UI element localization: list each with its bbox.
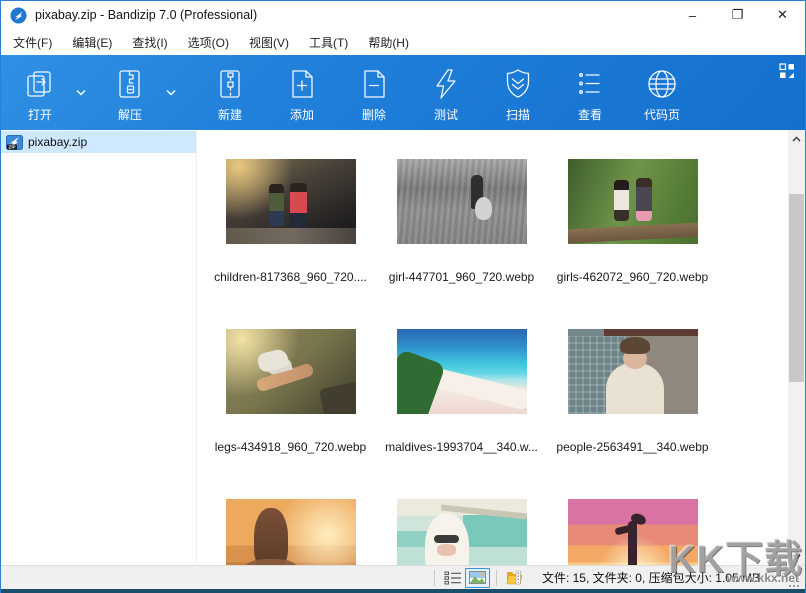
menu-help[interactable]: 帮助(H): [358, 30, 419, 55]
toolbar-layout-icon[interactable]: [779, 63, 795, 79]
toolbar-label: 删除: [362, 106, 386, 123]
thumbnail-legs-photo[interactable]: [226, 329, 356, 414]
menu-find[interactable]: 查找(I): [122, 30, 177, 55]
svg-text:ZIP: ZIP: [8, 144, 15, 149]
scrollbar-thumb[interactable]: [789, 194, 804, 382]
thumbnail-silhouette-photo[interactable]: [568, 499, 698, 565]
file-cell: children-817368_960_720....: [205, 144, 376, 314]
scroll-down-arrow-icon[interactable]: [788, 548, 805, 565]
thumbnail-maldives-photo[interactable]: [397, 329, 527, 414]
add-files-icon: [284, 66, 320, 102]
content-area: ZIP pixabay.zip children-817368_960_720.…: [1, 130, 805, 565]
details-view-button[interactable]: [441, 568, 465, 588]
statusbar-separator: [434, 570, 435, 586]
file-cell: people-2563491__340.webp: [547, 314, 718, 484]
scroll-up-arrow-icon[interactable]: [788, 130, 805, 147]
chevron-down-icon: [76, 89, 86, 96]
details-view-icon: [444, 571, 462, 585]
malware-scan-icon: [500, 66, 536, 102]
toolbar-label: 扫描: [506, 106, 530, 123]
open-folder-zip-icon: [506, 570, 523, 585]
menu-edit[interactable]: 编辑(E): [62, 30, 122, 55]
thumbnail-view-icon: [469, 571, 486, 584]
file-name[interactable]: people-2563491__340.webp: [556, 440, 708, 454]
resize-grip[interactable]: [786, 574, 799, 587]
view-list-icon: [572, 66, 608, 102]
thumbnail-view-button[interactable]: [465, 568, 490, 588]
open-archive-folder-button[interactable]: [503, 568, 526, 588]
file-cell: [376, 484, 547, 565]
open-archive-icon: [22, 66, 58, 102]
status-summary: 文件: 15, 文件夹: 0, 压缩包大小: 1.05 MB: [542, 569, 760, 586]
delete-files-button[interactable]: 删除: [343, 60, 405, 126]
thumbnail-girls-photo[interactable]: [568, 159, 698, 244]
file-cell: girls-462072_960_720.webp: [547, 144, 718, 314]
menu-options[interactable]: 选项(O): [178, 30, 239, 55]
file-cell: girl-447701_960_720.webp: [376, 144, 547, 314]
codepage-globe-icon: [644, 66, 680, 102]
file-grid: children-817368_960_720.... girl-447701_…: [197, 130, 788, 565]
chevron-down-icon: [166, 89, 176, 96]
new-archive-icon: [212, 66, 248, 102]
file-name[interactable]: legs-434918_960_720.webp: [215, 440, 366, 454]
file-cell: legs-434918_960_720.webp: [205, 314, 376, 484]
toolbar-label: 添加: [290, 106, 314, 123]
maximize-button[interactable]: ❐: [715, 1, 760, 29]
file-name[interactable]: maldives-1993704__340.w...: [385, 440, 538, 454]
test-archive-button[interactable]: 测试: [415, 60, 477, 126]
toolbar-label: 打开: [28, 106, 52, 123]
file-name[interactable]: girl-447701_960_720.webp: [389, 270, 534, 284]
toolbar-label: 查看: [578, 106, 602, 123]
codepage-button[interactable]: 代码页: [631, 60, 693, 126]
vertical-scrollbar[interactable]: [788, 130, 805, 565]
menu-view[interactable]: 视图(V): [239, 30, 299, 55]
thumbnail-car-scarf-photo[interactable]: [397, 499, 527, 565]
file-cell: [205, 484, 376, 565]
bandizip-window: pixabay.zip - Bandizip 7.0 (Professional…: [0, 0, 806, 593]
thumbnail-children-photo[interactable]: [226, 159, 356, 244]
toolbar-label: 新建: [218, 106, 242, 123]
menu-tools[interactable]: 工具(T): [299, 30, 358, 55]
view-button[interactable]: 查看: [559, 60, 621, 126]
thumbnail-people-photo[interactable]: [568, 329, 698, 414]
file-name[interactable]: children-817368_960_720....: [214, 270, 367, 284]
menu-file[interactable]: 文件(F): [3, 30, 62, 55]
toolbar-label: 代码页: [644, 106, 680, 123]
new-archive-button[interactable]: 新建: [199, 60, 261, 126]
test-archive-icon: [428, 66, 464, 102]
status-bar: 文件: 15, 文件夹: 0, 压缩包大小: 1.05 MB: [1, 565, 805, 589]
file-name[interactable]: girls-462072_960_720.webp: [557, 270, 708, 284]
title-bar: pixabay.zip - Bandizip 7.0 (Professional…: [1, 1, 805, 29]
open-dropdown-button[interactable]: [71, 60, 91, 126]
extract-button[interactable]: 解压: [99, 60, 161, 126]
file-cell: [547, 484, 718, 565]
add-files-button[interactable]: 添加: [271, 60, 333, 126]
thumbnail-girl-teddy-photo[interactable]: [397, 159, 527, 244]
extract-dropdown-button[interactable]: [161, 60, 181, 126]
delete-files-icon: [356, 66, 392, 102]
toolbar-label: 解压: [118, 106, 142, 123]
archive-tree-panel: ZIP pixabay.zip: [1, 130, 197, 565]
extract-icon: [112, 66, 148, 102]
window-controls: – ❐ ✕: [670, 1, 805, 29]
thumbnail-sunset-girl-photo[interactable]: [226, 499, 356, 565]
tree-item-pixabay-zip[interactable]: ZIP pixabay.zip: [1, 131, 196, 153]
bandizip-app-icon: [10, 7, 27, 24]
malware-scan-button[interactable]: 扫描: [487, 60, 549, 126]
tree-item-label: pixabay.zip: [28, 135, 87, 149]
toolbar-label: 测试: [434, 106, 458, 123]
open-button[interactable]: 打开: [9, 60, 71, 126]
minimize-button[interactable]: –: [670, 1, 715, 29]
main-toolbar: 打开 解压: [1, 55, 805, 130]
window-title: pixabay.zip - Bandizip 7.0 (Professional…: [35, 8, 257, 22]
window-bottom-border: [1, 589, 805, 593]
zip-file-icon: ZIP: [6, 135, 23, 150]
close-button[interactable]: ✕: [760, 1, 805, 29]
file-cell: maldives-1993704__340.w...: [376, 314, 547, 484]
statusbar-separator: [496, 570, 497, 586]
menu-bar: 文件(F) 编辑(E) 查找(I) 选项(O) 视图(V) 工具(T) 帮助(H…: [1, 29, 805, 55]
